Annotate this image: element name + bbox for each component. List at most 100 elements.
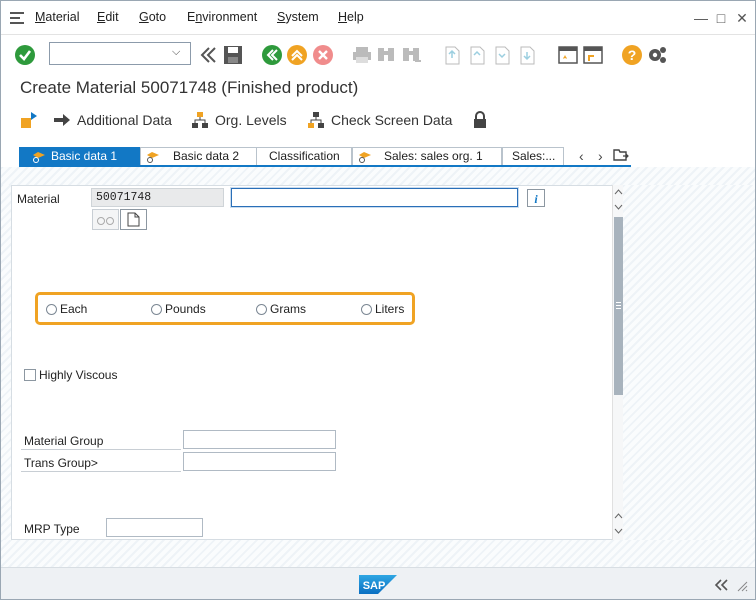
sap-logo: SAP: [359, 575, 397, 594]
menu-material[interactable]: Material: [35, 10, 79, 24]
tab-basic-data-2-label: Basic data 2: [173, 149, 240, 163]
material-label: Material: [17, 192, 60, 206]
radio-pounds-label: Pounds: [165, 302, 206, 316]
checkbox-box[interactable]: [24, 369, 36, 381]
vertical-scrollbar[interactable]: [612, 185, 623, 540]
tab-status-icon: [33, 152, 45, 163]
command-field[interactable]: ⌵: [49, 42, 191, 65]
hatch-left: [1, 185, 11, 540]
radio-each[interactable]: Each: [46, 302, 87, 316]
tab-scroll-right-icon[interactable]: ›: [598, 148, 603, 164]
shortcut-icon[interactable]: [582, 44, 604, 66]
prev-page-icon[interactable]: [466, 44, 488, 66]
last-page-icon[interactable]: [516, 44, 538, 66]
org-levels-label: Org. Levels: [215, 112, 287, 128]
scroll-bottom-icon[interactable]: [614, 511, 623, 537]
radio-circle[interactable]: [256, 303, 267, 315]
tab-sales-org-1[interactable]: Sales: sales org. 1: [352, 147, 502, 166]
additional-data-button[interactable]: Additional Data: [53, 109, 172, 131]
enter-icon[interactable]: [14, 44, 36, 66]
radio-liters[interactable]: Liters: [361, 302, 404, 316]
find-icon[interactable]: [375, 44, 397, 66]
menu-help[interactable]: Help: [338, 10, 364, 24]
tab-status-icon: [359, 152, 371, 163]
sap-logo-text: SAP: [363, 580, 386, 592]
trans-group-input[interactable]: [183, 452, 336, 471]
menu-icon[interactable]: [10, 12, 24, 24]
radio-circle[interactable]: [46, 303, 57, 315]
status-bar: SAP: [1, 567, 755, 599]
new-session-icon[interactable]: [557, 44, 579, 66]
tab-sales-more-label: Sales:...: [512, 149, 556, 163]
unit-radio-group: [35, 292, 415, 325]
radio-liters-label: Liters: [375, 302, 405, 316]
menu-environment[interactable]: Environment: [187, 10, 257, 24]
scroll-top-icon[interactable]: [614, 187, 623, 213]
tab-sales-more[interactable]: Sales:...: [502, 147, 564, 166]
find-next-icon[interactable]: [400, 44, 422, 66]
exit-icon[interactable]: [286, 44, 308, 66]
menu-system[interactable]: System: [277, 10, 319, 24]
radio-each-label: Each: [60, 302, 88, 316]
material-description-input[interactable]: [231, 188, 518, 207]
settings-icon[interactable]: [646, 44, 668, 66]
minimize-icon[interactable]: —: [693, 10, 709, 26]
app-toolbar-switch-button[interactable]: [19, 109, 45, 131]
arrow-right-icon: [54, 114, 70, 126]
radio-circle[interactable]: [151, 303, 162, 315]
highly-viscous-label: Highly Viscous: [39, 368, 118, 382]
maximize-icon[interactable]: □: [713, 10, 729, 26]
check-screen-data-label: Check Screen Data: [331, 112, 453, 128]
command-input[interactable]: [50, 43, 168, 64]
tab-status-icon: [147, 152, 159, 163]
info-icon[interactable]: i: [527, 189, 545, 207]
tab-basic-data-1-label: Basic data 1: [51, 149, 118, 163]
hatch-right: [623, 185, 755, 540]
material-group-input[interactable]: [183, 430, 336, 449]
back-icon[interactable]: [197, 44, 219, 66]
lock-button[interactable]: [472, 109, 494, 131]
sap-window: Material Edit Goto Environment System He…: [0, 0, 756, 600]
collapse-status-icon[interactable]: [713, 578, 731, 592]
print-icon[interactable]: [351, 44, 373, 66]
basic-data-panel: [11, 185, 623, 540]
menu-edit[interactable]: Edit: [97, 10, 119, 24]
menu-goto[interactable]: Goto: [139, 10, 166, 24]
radio-grams-label: Grams: [270, 302, 306, 316]
next-page-icon[interactable]: [491, 44, 513, 66]
radio-grams[interactable]: Grams: [256, 302, 306, 316]
tab-list-icon[interactable]: [613, 148, 629, 162]
save-icon[interactable]: [222, 44, 244, 66]
first-page-icon[interactable]: [441, 44, 463, 66]
tab-scroll-left-icon[interactable]: ‹: [579, 148, 584, 164]
scroll-thumb[interactable]: [614, 217, 623, 395]
cancel-icon[interactable]: [312, 44, 334, 66]
help-icon[interactable]: ?: [621, 44, 643, 66]
material-group-label: Material Group: [24, 434, 104, 448]
switch-icon: [21, 112, 37, 128]
radio-pounds[interactable]: Pounds: [151, 302, 206, 316]
additional-data-label: Additional Data: [77, 112, 172, 128]
hatch-bottom: [1, 540, 755, 567]
check-hierarchy-icon: [308, 112, 324, 128]
document-icon[interactable]: [120, 209, 147, 230]
menubar: Material Edit Goto Environment System He…: [1, 1, 755, 35]
page-title: Create Material 50071748 (Finished produ…: [20, 78, 359, 97]
tab-basic-data-1[interactable]: Basic data 1: [19, 147, 140, 166]
highly-viscous-checkbox[interactable]: Highly Viscous: [24, 368, 117, 382]
resize-grip-icon[interactable]: [736, 580, 748, 592]
chevron-down-icon[interactable]: ⌵: [172, 46, 186, 60]
tab-basic-data-2[interactable]: Basic data 2: [140, 147, 257, 166]
glasses-icon[interactable]: [92, 209, 119, 230]
tab-sales-org-1-label: Sales: sales org. 1: [384, 149, 483, 163]
org-levels-button[interactable]: Org. Levels: [191, 109, 287, 131]
tab-classification[interactable]: Classification: [256, 147, 352, 166]
divider: [21, 471, 181, 472]
back-green-icon[interactable]: [261, 44, 283, 66]
mrp-type-input[interactable]: [106, 518, 203, 537]
close-icon[interactable]: ✕: [734, 10, 750, 26]
mrp-type-label: MRP Type: [24, 522, 80, 536]
radio-circle[interactable]: [361, 303, 372, 315]
tabstrip: Basic data 1 Basic data 2 Classification…: [19, 147, 631, 166]
check-screen-data-button[interactable]: Check Screen Data: [307, 109, 452, 131]
